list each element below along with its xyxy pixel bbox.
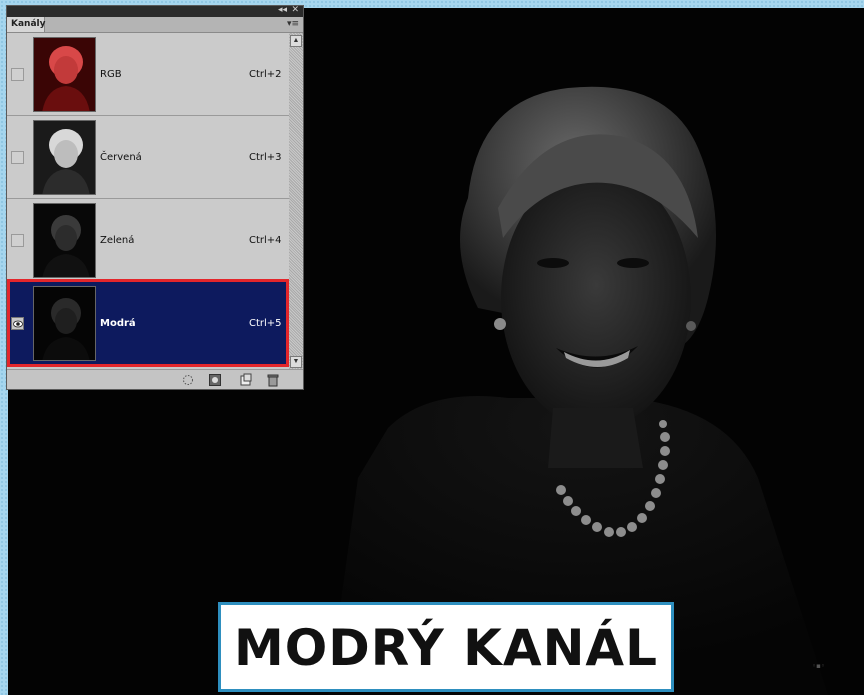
scroll-down-button[interactable]: ▼ [290,356,302,368]
channel-name: Červená [100,152,142,163]
channels-panel: ◂◂ ✕ Kanály ▾≡ RGB Ctrl+2 Červená Ctrl+3… [6,5,304,390]
visibility-toggle[interactable] [11,317,24,330]
save-selection-icon[interactable] [208,373,222,387]
channel-list: RGB Ctrl+2 Červená Ctrl+3 Zelená Ctrl+4 … [7,33,290,370]
close-icon[interactable]: ✕ [291,5,299,16]
watermark-logo: ◦▪◦ [812,662,826,670]
channel-thumbnail [33,120,96,195]
collapse-icon[interactable]: ◂◂ [278,5,287,16]
visibility-toggle[interactable] [11,68,24,81]
load-selection-icon[interactable] [181,373,195,387]
channel-thumbnail [33,203,96,278]
visibility-toggle[interactable] [11,234,24,247]
channel-shortcut: Ctrl+4 [249,235,282,246]
channel-shortcut: Ctrl+3 [249,152,282,163]
caption-title: MODRÝ KANÁL [234,619,658,677]
trash-icon[interactable] [266,373,280,387]
tab-channels[interactable]: Kanály [7,17,45,32]
channel-name: RGB [100,69,122,80]
panel-footer [7,369,303,389]
channel-list-scrollbar[interactable]: ▲ ▼ [289,33,303,370]
panel-tab-row: Kanály ▾≡ [7,17,303,33]
caption-box: MODRÝ KANÁL [218,602,674,692]
channel-row-rgb[interactable]: RGB Ctrl+2 [7,33,290,116]
channel-thumbnail [33,286,96,361]
panel-menu-icon[interactable]: ▾≡ [287,17,299,32]
channel-row-red[interactable]: Červená Ctrl+3 [7,116,290,199]
channel-name: Zelená [100,235,135,246]
channel-row-green[interactable]: Zelená Ctrl+4 [7,199,290,282]
channel-name: Modrá [100,318,136,329]
eye-icon [13,320,23,328]
visibility-toggle[interactable] [11,151,24,164]
channel-thumbnail [33,37,96,112]
channel-shortcut: Ctrl+5 [249,318,282,329]
new-channel-icon[interactable] [239,373,253,387]
channel-row-blue[interactable]: Modrá Ctrl+5 [7,282,290,365]
scroll-up-button[interactable]: ▲ [290,35,302,47]
panel-title-bar[interactable]: ◂◂ ✕ [7,5,303,17]
channel-shortcut: Ctrl+2 [249,69,282,80]
